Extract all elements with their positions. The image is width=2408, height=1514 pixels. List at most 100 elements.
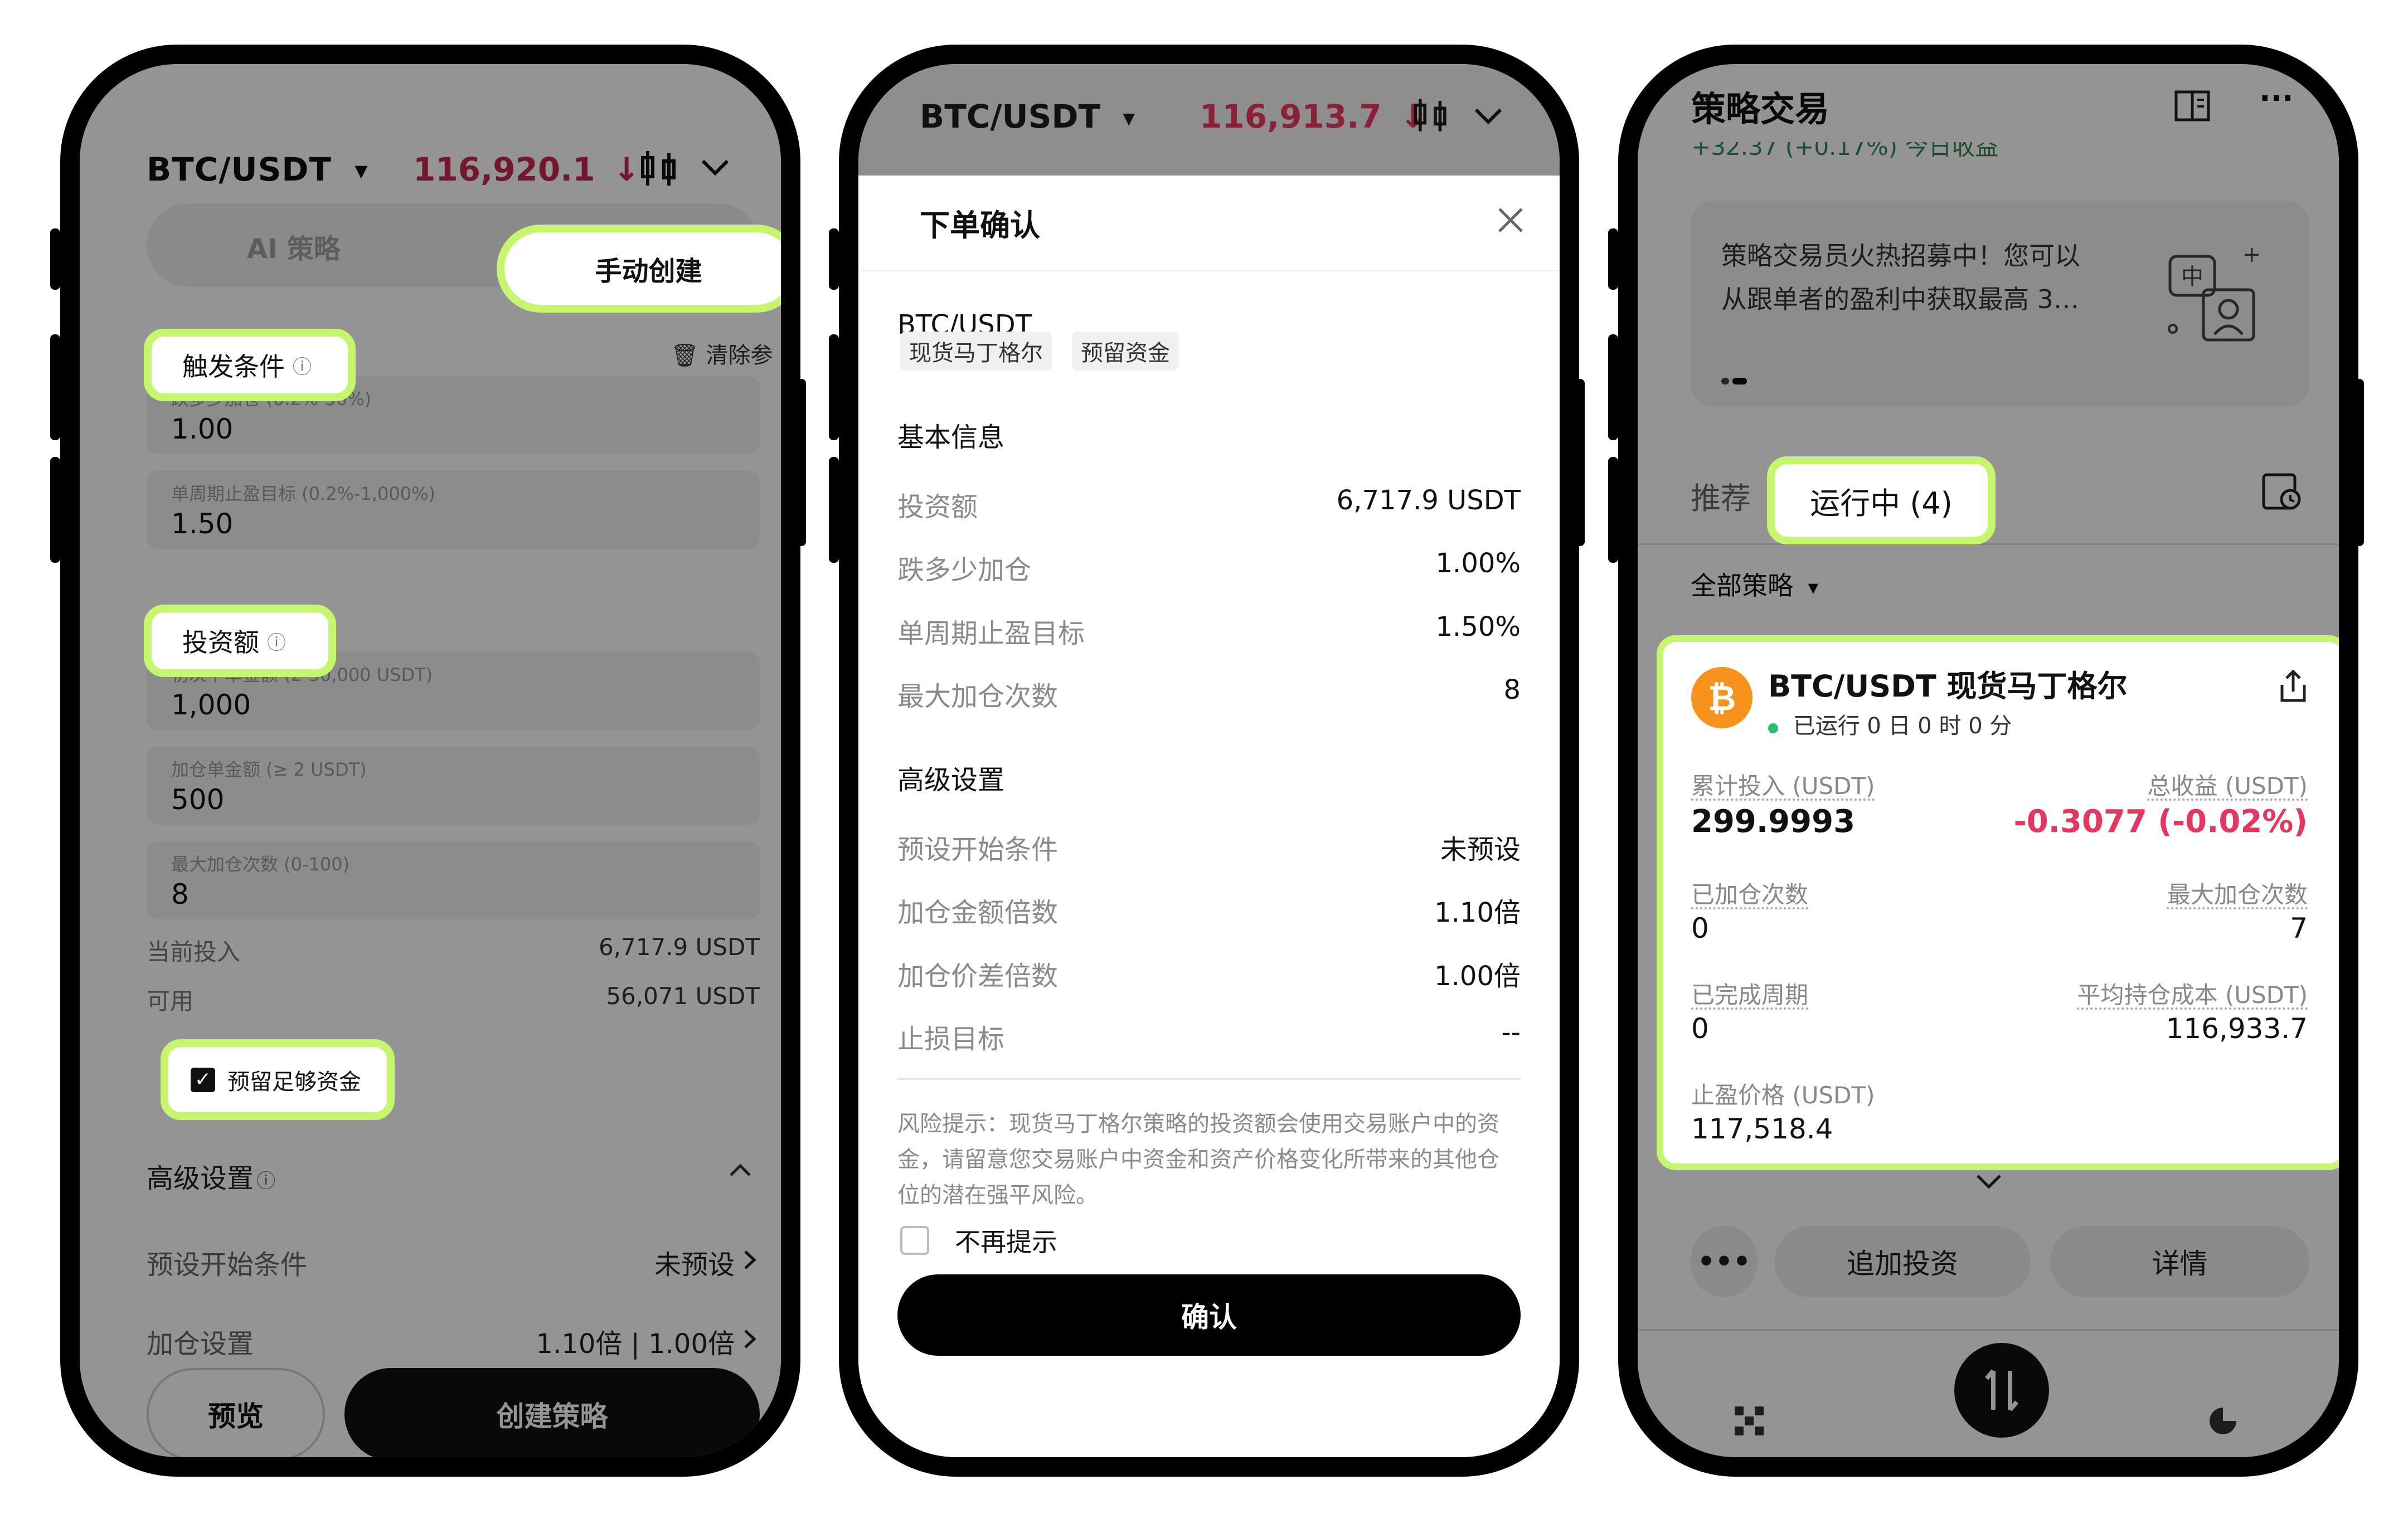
added-count-label: 已加仓次数 xyxy=(1691,881,1809,908)
no-remind-checkbox[interactable]: 不再提示 xyxy=(900,1222,1057,1259)
kv-row: 止损目标 -- xyxy=(897,1017,1521,1056)
current-invest-row: 当前投入 6,717.9 USDT xyxy=(147,933,760,967)
basic-info-title: 基本信息 xyxy=(897,422,1005,453)
close-icon[interactable] xyxy=(1494,203,1527,237)
max-add-label: 最大加仓次数 xyxy=(2167,881,2308,908)
max-add-field[interactable]: 最大加仓次数 (0-100) 8 xyxy=(147,841,760,919)
share-icon[interactable] xyxy=(2276,667,2310,706)
kv-value: 1.00% xyxy=(1435,548,1521,579)
add-order-field[interactable]: 加仓单金额 (≥ 2 USDT) 500 xyxy=(147,747,760,825)
confirm-button[interactable]: 确认 xyxy=(897,1274,1521,1356)
kv-key: 预设开始条件 xyxy=(897,834,1059,865)
row-value: 未预设 xyxy=(654,1249,735,1281)
no-remind-label: 不再提示 xyxy=(955,1227,1057,1257)
history-icon[interactable] xyxy=(2259,468,2304,513)
total-pnl-value: -0.3077 (-0.02%) xyxy=(2013,804,2308,840)
side-button xyxy=(2354,379,2364,546)
field-value: 8 xyxy=(171,878,189,911)
tab-running[interactable]: 运行中 (4) xyxy=(1767,456,1996,544)
row-label: 可用 xyxy=(147,987,194,1015)
assets-pie-icon[interactable] xyxy=(2206,1404,2240,1438)
trash-icon: 🗑 xyxy=(671,343,699,368)
pair-selector[interactable]: BTC/USDT ▼ xyxy=(147,150,368,188)
strategy-card[interactable]: ₿ BTC/USDT 现货马丁格尔 已运行 0 日 0 时 0 分 累计投入 (… xyxy=(1657,635,2339,1170)
today-pnl-cut: +32.37 (+0.17%) 今日收益 xyxy=(1691,142,1999,159)
bitcoin-icon: ₿ xyxy=(1691,667,1752,728)
avg-cost-label: 平均持仓成本 (USDT) xyxy=(2077,981,2308,1009)
screen: BTC/USDT ▼ 116,913.7 ↓ 下单确认 BTC/USDT 现货马… xyxy=(858,64,1560,1457)
more-icon[interactable]: ··· xyxy=(2259,81,2294,116)
last-price: 116,913.7 ↓ xyxy=(1200,98,1426,135)
sheet-title: 下单确认 xyxy=(920,208,1040,243)
checkbox-checked-icon: ✓ xyxy=(191,1067,215,1092)
field-value: 1,000 xyxy=(171,689,251,721)
tag-reserve-funds: 预留资金 xyxy=(1072,332,1179,371)
swap-icon[interactable] xyxy=(1954,1343,2049,1438)
last-price: 116,920.1 ↓ xyxy=(413,150,640,188)
cum-invest-value: 299.9993 xyxy=(1691,804,1856,840)
preset-start-row[interactable]: 预设开始条件 未预设 xyxy=(147,1243,760,1282)
field-value: 1.00 xyxy=(171,413,234,445)
recruit-banner[interactable]: 策略交易员火热招募中！您可以 从跟单者的盈利中获取最高 3… 中 + xyxy=(1691,201,2309,407)
investment-text: 投资额 xyxy=(182,627,259,658)
trigger-label: 触发条件 xyxy=(182,352,285,382)
candlestick-icon xyxy=(1410,95,1452,137)
kv-key: 投资额 xyxy=(897,491,978,523)
tab-ai-strategy[interactable]: AI 策略 xyxy=(247,227,341,266)
kv-row: 投资额 6,717.9 USDT xyxy=(897,485,1521,524)
take-profit-field[interactable]: 单周期止盈目标 (0.2%-1,000%) 1.50 xyxy=(147,471,760,549)
kv-value: 8 xyxy=(1503,674,1521,705)
caret-down-icon: ▼ xyxy=(1808,580,1819,596)
kv-value: 1.10倍 xyxy=(1434,897,1521,928)
side-button xyxy=(829,334,839,440)
side-button xyxy=(829,457,839,563)
tab-manual-create[interactable]: 手动创建 xyxy=(497,225,781,313)
side-button xyxy=(796,379,806,546)
tp-price-value: 117,518.4 xyxy=(1691,1113,1833,1145)
field-placeholder: 加仓单金额 (≥ 2 USDT) xyxy=(171,759,367,780)
create-strategy-button[interactable]: 创建策略 xyxy=(344,1368,760,1457)
more-actions-button[interactable]: ••• xyxy=(1691,1226,1758,1297)
side-button xyxy=(1575,379,1585,546)
risk-line: 风险提示：现货马丁格尔策略的投资额会使用交易账户中的资 xyxy=(897,1111,1499,1137)
info-icon[interactable]: ⓘ xyxy=(267,627,286,655)
candlestick-icon[interactable] xyxy=(637,147,682,191)
preview-button[interactable]: 预览 xyxy=(147,1368,325,1457)
completed-label: 已完成周期 xyxy=(1691,981,1809,1009)
cum-invest-label: 累计投入 (USDT) xyxy=(1691,772,1875,800)
reserve-funds-checkbox[interactable]: ✓ 预留足够资金 xyxy=(161,1039,395,1120)
banner-line: 从跟单者的盈利中获取最高 3… xyxy=(1721,284,2079,314)
row-value: 56,071 USDT xyxy=(606,982,760,1010)
available-row: 可用 56,071 USDT xyxy=(147,982,760,1016)
tab-recommend[interactable]: 推荐 xyxy=(1691,474,1751,518)
side-button xyxy=(50,334,60,440)
book-icon[interactable] xyxy=(2173,86,2212,125)
filter-dropdown[interactable]: 全部策略 ▼ xyxy=(1691,566,1818,602)
info-icon[interactable]: ⓘ xyxy=(293,352,312,379)
add-settings-row[interactable]: 加仓设置 1.10倍 | 1.00倍 xyxy=(147,1322,760,1361)
add-investment-button[interactable]: 追加投资 xyxy=(1774,1226,2031,1297)
price-value: 116,920.1 xyxy=(413,150,595,188)
total-pnl-label: 总收益 (USDT) xyxy=(2147,772,2308,800)
divider xyxy=(1638,1329,2339,1331)
arrow-down-icon: ↓ xyxy=(613,150,640,188)
field-placeholder: 单周期止盈目标 (0.2%-1,000%) xyxy=(171,483,436,504)
kv-value: 1.50% xyxy=(1435,611,1521,642)
okx-logo-icon[interactable] xyxy=(1732,1404,1766,1438)
chevron-down-icon[interactable] xyxy=(698,153,732,181)
price-value: 116,913.7 xyxy=(1200,98,1382,135)
pager-dot xyxy=(1721,378,1729,384)
pager-dot-active xyxy=(1732,378,1747,384)
pair-label: BTC/USDT xyxy=(147,150,332,188)
details-button[interactable]: 详情 xyxy=(2050,1226,2309,1297)
checkbox-empty-icon xyxy=(900,1226,929,1255)
caret-down-icon: ▼ xyxy=(1123,109,1135,128)
chevron-down-icon[interactable] xyxy=(1972,1170,2006,1192)
kv-value: -- xyxy=(1501,1017,1521,1048)
recruit-illustration-icon: 中 + xyxy=(2159,240,2270,351)
chevron-right-icon xyxy=(740,1246,760,1274)
advanced-settings-header[interactable]: 高级设置 ⓘ xyxy=(147,1156,760,1195)
risk-line: 金，请留意您交易账户中资金和资产价格变化所带来的其他仓 xyxy=(897,1147,1499,1172)
banner-text: 策略交易员火热招募中！您可以 从跟单者的盈利中获取最高 3… xyxy=(1721,234,2145,321)
completed-value: 0 xyxy=(1691,1012,1709,1045)
